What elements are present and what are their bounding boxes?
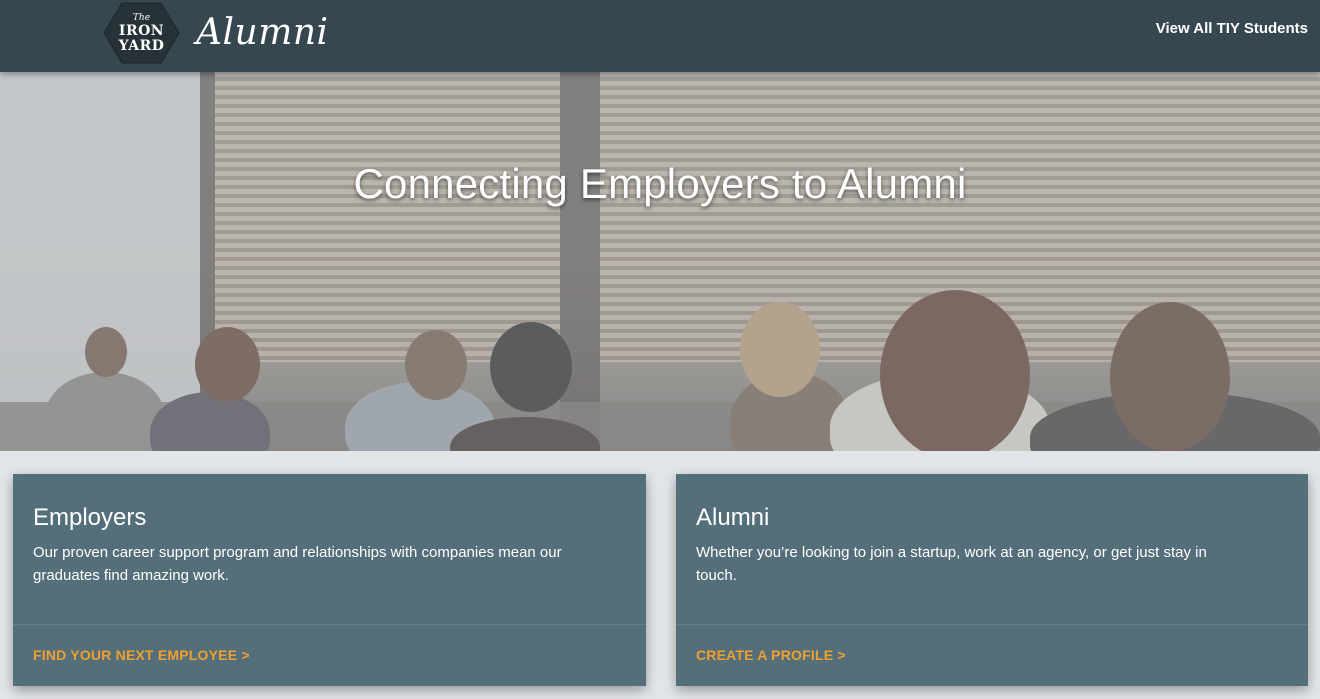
top-navbar: The IRON YARD Alumni View All TIY Studen… xyxy=(0,0,1320,72)
find-employee-link[interactable]: FIND YOUR NEXT EMPLOYEE > xyxy=(33,647,250,663)
alumni-brand-title[interactable]: Alumni xyxy=(196,10,329,56)
card-divider xyxy=(13,624,646,625)
card-title: Alumni xyxy=(696,504,770,531)
hero-title: Connecting Employers to Alumni xyxy=(353,160,967,207)
card-divider xyxy=(676,624,1308,625)
card-description: Our proven career support program and re… xyxy=(33,544,562,584)
logo-text-yard: YARD xyxy=(118,37,165,54)
alumni-card: Alumni Whether you’re looking to join a … xyxy=(676,474,1308,686)
logo-wordmark: The IRON YARD xyxy=(103,2,180,64)
card-description: Whether you’re looking to join a startup… xyxy=(696,544,1207,584)
logo-text-iron: IRON xyxy=(118,22,165,39)
view-all-students-link[interactable]: View All TIY Students xyxy=(1156,19,1308,39)
iron-yard-logo[interactable]: The IRON YARD xyxy=(103,2,180,64)
employers-card: Employers Our proven career support prog… xyxy=(13,474,646,686)
hero-banner: Connecting Employers to Alumni xyxy=(0,72,1320,451)
card-title: Employers xyxy=(33,504,147,531)
logo-text-the: The xyxy=(132,12,151,23)
hero-overlay xyxy=(0,72,1320,451)
create-profile-link[interactable]: CREATE A PROFILE > xyxy=(696,647,846,663)
